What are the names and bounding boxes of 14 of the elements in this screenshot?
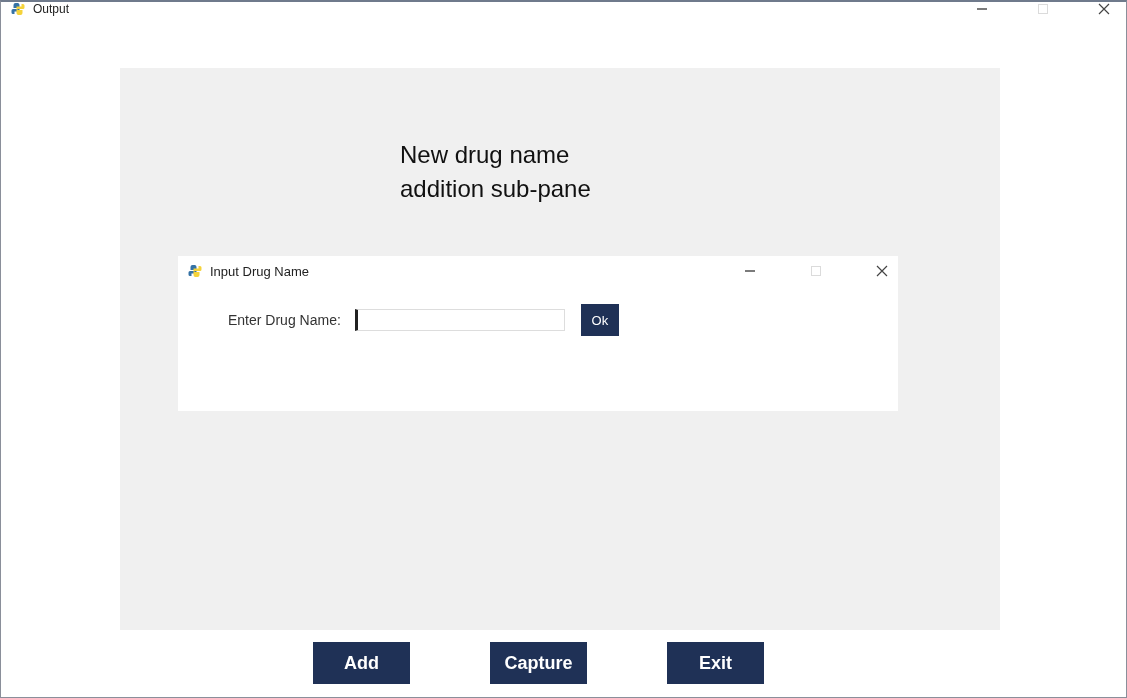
action-button[interactable]: Exit bbox=[667, 642, 764, 684]
close-icon[interactable] bbox=[876, 265, 888, 277]
snake-logo-icon bbox=[11, 2, 25, 16]
action-button[interactable]: Add bbox=[313, 642, 410, 684]
close-icon[interactable] bbox=[1098, 3, 1110, 15]
window-title: Output bbox=[33, 2, 71, 16]
action-button[interactable]: Capture bbox=[490, 642, 587, 684]
dialog-title: Input Drug Name bbox=[210, 263, 310, 279]
snake-logo-icon bbox=[188, 264, 202, 278]
drug-name-field[interactable] bbox=[354, 309, 565, 331]
field-label: Enter Drug Name: bbox=[228, 312, 341, 328]
annotation-line: New drug name bbox=[400, 140, 570, 170]
annotation-line: addition sub-pane bbox=[400, 174, 591, 204]
ok-button[interactable]: Ok bbox=[580, 304, 619, 336]
